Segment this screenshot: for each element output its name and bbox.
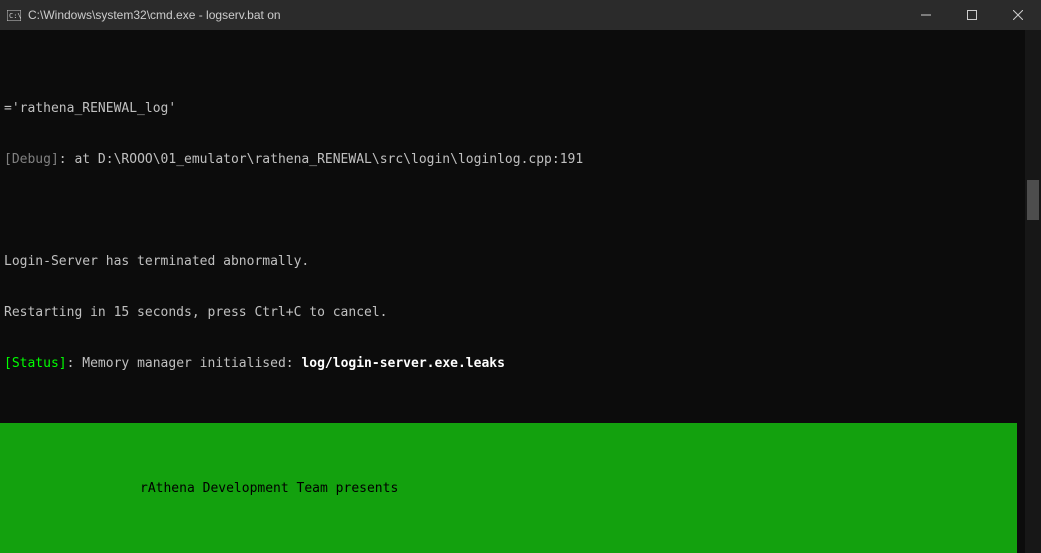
cmd-icon: C:\ bbox=[6, 7, 22, 23]
scrollbar-track[interactable] bbox=[1025, 30, 1041, 553]
log-line: [Status]: Memory manager initialised: lo… bbox=[4, 355, 1037, 372]
window-controls bbox=[903, 0, 1041, 30]
svg-text:C:\: C:\ bbox=[9, 12, 21, 20]
banner-title: rAthena Development Team presents bbox=[0, 480, 1017, 497]
minimize-button[interactable] bbox=[903, 0, 949, 30]
log-line bbox=[4, 202, 1037, 219]
log-line: Restarting in 15 seconds, press Ctrl+C t… bbox=[4, 304, 1037, 321]
log-line: ='rathena_RENEWAL_log' bbox=[4, 100, 1037, 117]
log-line: [Debug]: at D:\ROOO\01_emulator\rathena_… bbox=[4, 151, 1037, 168]
scrollbar-thumb[interactable] bbox=[1027, 180, 1039, 220]
titlebar[interactable]: C:\ C:\Windows\system32\cmd.exe - logser… bbox=[0, 0, 1041, 30]
debug-tag: [Debug] bbox=[4, 152, 59, 167]
maximize-button[interactable] bbox=[949, 0, 995, 30]
close-button[interactable] bbox=[995, 0, 1041, 30]
window-title: C:\Windows\system32\cmd.exe - logserv.ba… bbox=[28, 8, 903, 22]
log-line: Login-Server has terminated abnormally. bbox=[4, 253, 1037, 270]
ascii-art: ___ __ __ bbox=[0, 549, 335, 553]
status-tag: [Status] bbox=[4, 356, 67, 371]
banner: rAthena Development Team presents ___ __… bbox=[0, 423, 1017, 553]
terminal-output[interactable]: ='rathena_RENEWAL_log' [Debug]: at D:\RO… bbox=[0, 30, 1041, 553]
